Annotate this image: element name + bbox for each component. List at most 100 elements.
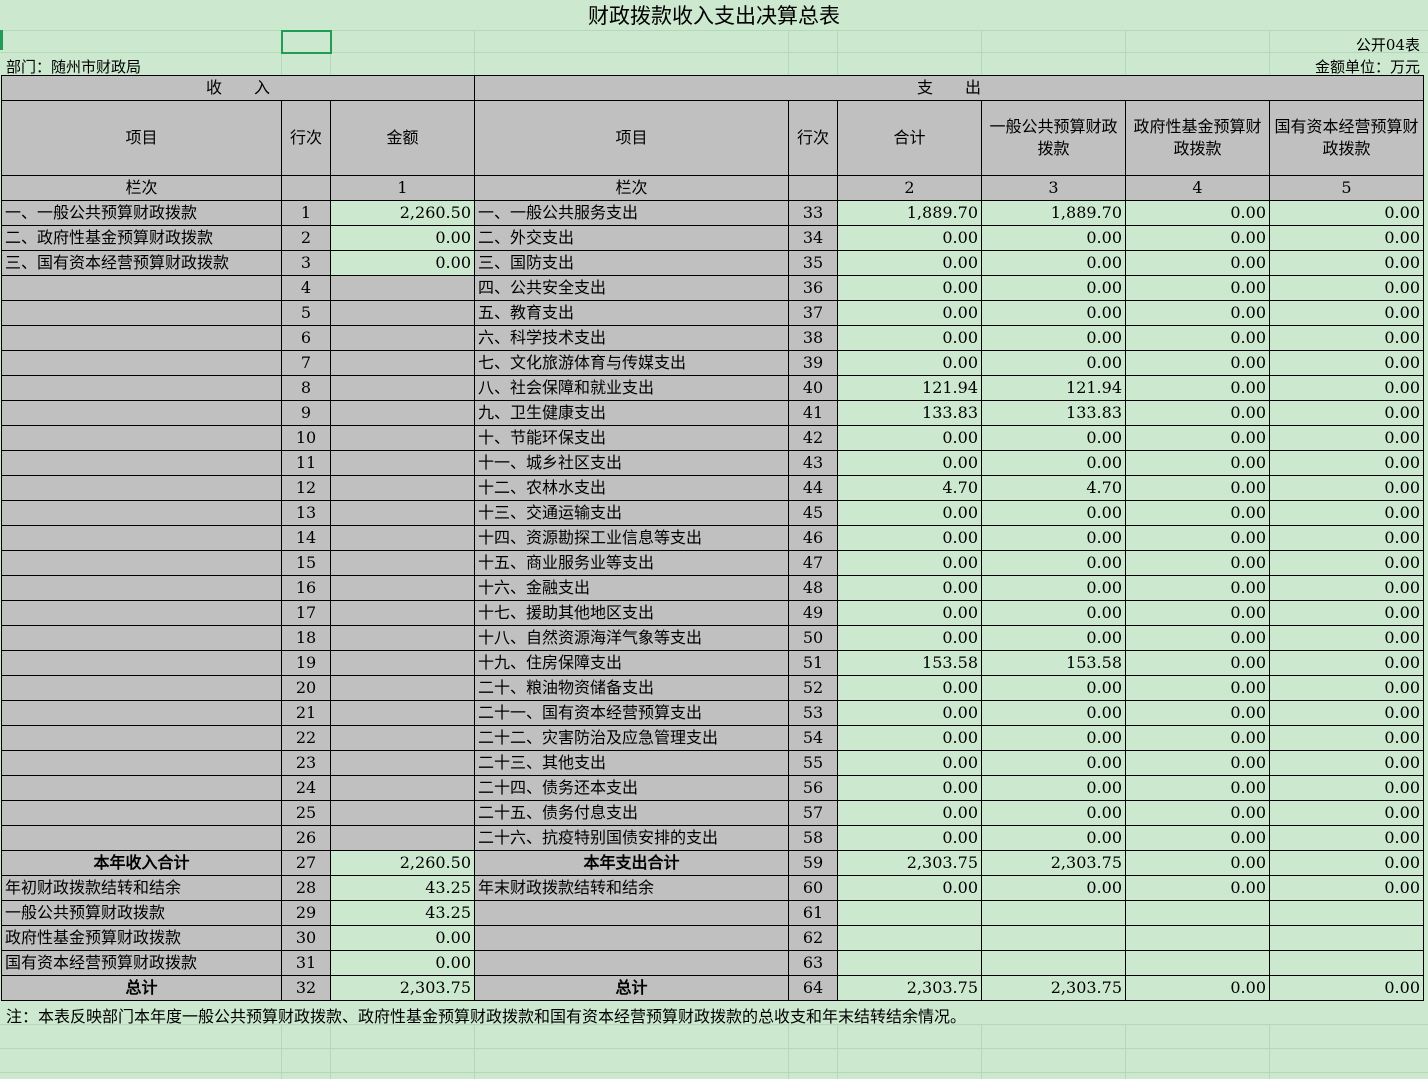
expense-total-cell[interactable]: 0.00 — [837, 775, 982, 801]
general-budget-cell[interactable] — [981, 900, 1126, 926]
expense-item-cell[interactable] — [474, 900, 789, 926]
expense-line-cell[interactable]: 34 — [788, 225, 838, 251]
general-budget-cell[interactable]: 1,889.70 — [981, 200, 1126, 226]
state-capital-cell[interactable]: 0.00 — [1269, 975, 1424, 1001]
general-budget-cell[interactable]: 0.00 — [981, 275, 1126, 301]
expense-line-cell[interactable]: 50 — [788, 625, 838, 651]
income-line-cell[interactable]: 2 — [281, 225, 331, 251]
col-header-expense-item[interactable]: 项目 — [474, 100, 789, 176]
expense-line-cell[interactable]: 54 — [788, 725, 838, 751]
fund-budget-cell[interactable] — [1125, 950, 1270, 976]
income-amount-cell[interactable] — [330, 500, 475, 526]
income-line-cell[interactable]: 5 — [281, 300, 331, 326]
expense-item-cell[interactable]: 二十四、债务还本支出 — [474, 775, 789, 801]
income-item-cell[interactable]: 一、一般公共预算财政拨款 — [1, 200, 282, 226]
income-line-cell[interactable]: 31 — [281, 950, 331, 976]
index-cell-empty[interactable] — [788, 175, 838, 201]
income-amount-cell[interactable] — [330, 375, 475, 401]
income-amount-cell[interactable]: 43.25 — [330, 875, 475, 901]
state-capital-cell[interactable]: 0.00 — [1269, 450, 1424, 476]
fund-budget-cell[interactable]: 0.00 — [1125, 475, 1270, 501]
col-header-income-amount[interactable]: 金额 — [330, 100, 475, 176]
income-amount-cell[interactable] — [330, 700, 475, 726]
general-budget-cell[interactable]: 121.94 — [981, 375, 1126, 401]
fund-budget-cell[interactable]: 0.00 — [1125, 550, 1270, 576]
income-amount-cell[interactable]: 2,260.50 — [330, 850, 475, 876]
fund-budget-cell[interactable]: 0.00 — [1125, 775, 1270, 801]
expense-item-cell[interactable]: 二十三、其他支出 — [474, 750, 789, 776]
general-budget-cell[interactable] — [981, 925, 1126, 951]
state-capital-cell[interactable]: 0.00 — [1269, 700, 1424, 726]
expense-item-cell[interactable]: 十八、自然资源海洋气象等支出 — [474, 625, 789, 651]
state-capital-cell[interactable]: 0.00 — [1269, 875, 1424, 901]
income-amount-cell[interactable] — [330, 775, 475, 801]
state-capital-cell[interactable]: 0.00 — [1269, 225, 1424, 251]
expense-item-cell[interactable]: 十四、资源勘探工业信息等支出 — [474, 525, 789, 551]
expense-item-cell[interactable]: 十六、金融支出 — [474, 575, 789, 601]
state-capital-cell[interactable]: 0.00 — [1269, 250, 1424, 276]
income-line-cell[interactable]: 19 — [281, 650, 331, 676]
income-amount-cell[interactable] — [330, 325, 475, 351]
index-cell-5[interactable]: 5 — [1269, 175, 1424, 201]
col-header-income-item[interactable]: 项目 — [1, 100, 282, 176]
expense-item-cell[interactable]: 三、国防支出 — [474, 250, 789, 276]
income-item-cell[interactable] — [1, 825, 282, 851]
general-budget-cell[interactable]: 0.00 — [981, 750, 1126, 776]
expense-item-cell[interactable] — [474, 925, 789, 951]
expense-item-cell[interactable]: 总计 — [474, 975, 789, 1001]
expense-total-cell[interactable]: 1,889.70 — [837, 200, 982, 226]
fund-budget-cell[interactable]: 0.00 — [1125, 600, 1270, 626]
income-item-cell[interactable]: 三、国有资本经营预算财政拨款 — [1, 250, 282, 276]
fund-budget-cell[interactable]: 0.00 — [1125, 850, 1270, 876]
col-header-general-budget[interactable]: 一般公共预算财政拨款 — [981, 100, 1126, 176]
state-capital-cell[interactable]: 0.00 — [1269, 350, 1424, 376]
expense-item-cell[interactable]: 十七、援助其他地区支出 — [474, 600, 789, 626]
expense-item-cell[interactable]: 十三、交通运输支出 — [474, 500, 789, 526]
expense-total-cell[interactable]: 0.00 — [837, 500, 982, 526]
income-item-cell[interactable] — [1, 775, 282, 801]
income-amount-cell[interactable]: 0.00 — [330, 250, 475, 276]
expense-total-cell[interactable]: 2,303.75 — [837, 975, 982, 1001]
income-item-cell[interactable] — [1, 325, 282, 351]
income-amount-cell[interactable] — [330, 750, 475, 776]
state-capital-cell[interactable]: 0.00 — [1269, 200, 1424, 226]
income-amount-cell[interactable] — [330, 550, 475, 576]
expense-item-cell[interactable] — [474, 950, 789, 976]
expense-item-cell[interactable]: 十九、住房保障支出 — [474, 650, 789, 676]
income-item-cell[interactable] — [1, 525, 282, 551]
state-capital-cell[interactable]: 0.00 — [1269, 325, 1424, 351]
state-capital-cell[interactable]: 0.00 — [1269, 550, 1424, 576]
expense-total-cell[interactable]: 4.70 — [837, 475, 982, 501]
general-budget-cell[interactable]: 133.83 — [981, 400, 1126, 426]
general-budget-cell[interactable]: 0.00 — [981, 350, 1126, 376]
expense-line-cell[interactable]: 37 — [788, 300, 838, 326]
income-line-cell[interactable]: 9 — [281, 400, 331, 426]
income-amount-cell[interactable] — [330, 350, 475, 376]
fund-budget-cell[interactable]: 0.00 — [1125, 975, 1270, 1001]
income-item-cell[interactable]: 二、政府性基金预算财政拨款 — [1, 225, 282, 251]
fund-budget-cell[interactable]: 0.00 — [1125, 400, 1270, 426]
income-amount-cell[interactable] — [330, 450, 475, 476]
expense-total-cell[interactable]: 0.00 — [837, 750, 982, 776]
income-amount-cell[interactable]: 43.25 — [330, 900, 475, 926]
income-amount-cell[interactable] — [330, 725, 475, 751]
expense-item-cell[interactable]: 十五、商业服务业等支出 — [474, 550, 789, 576]
state-capital-cell[interactable]: 0.00 — [1269, 575, 1424, 601]
income-line-cell[interactable]: 18 — [281, 625, 331, 651]
expense-line-cell[interactable]: 62 — [788, 925, 838, 951]
income-amount-cell[interactable] — [330, 825, 475, 851]
expense-total-cell[interactable]: 0.00 — [837, 525, 982, 551]
income-amount-cell[interactable]: 2,260.50 — [330, 200, 475, 226]
income-line-cell[interactable]: 14 — [281, 525, 331, 551]
fund-budget-cell[interactable]: 0.00 — [1125, 250, 1270, 276]
index-cell-empty[interactable] — [281, 175, 331, 201]
state-capital-cell[interactable]: 0.00 — [1269, 650, 1424, 676]
expense-total-cell[interactable]: 0.00 — [837, 700, 982, 726]
general-budget-cell[interactable] — [981, 950, 1126, 976]
income-line-cell[interactable]: 16 — [281, 575, 331, 601]
income-item-cell[interactable] — [1, 500, 282, 526]
income-line-cell[interactable]: 29 — [281, 900, 331, 926]
state-capital-cell[interactable]: 0.00 — [1269, 275, 1424, 301]
state-capital-cell[interactable] — [1269, 950, 1424, 976]
general-budget-cell[interactable]: 0.00 — [981, 250, 1126, 276]
